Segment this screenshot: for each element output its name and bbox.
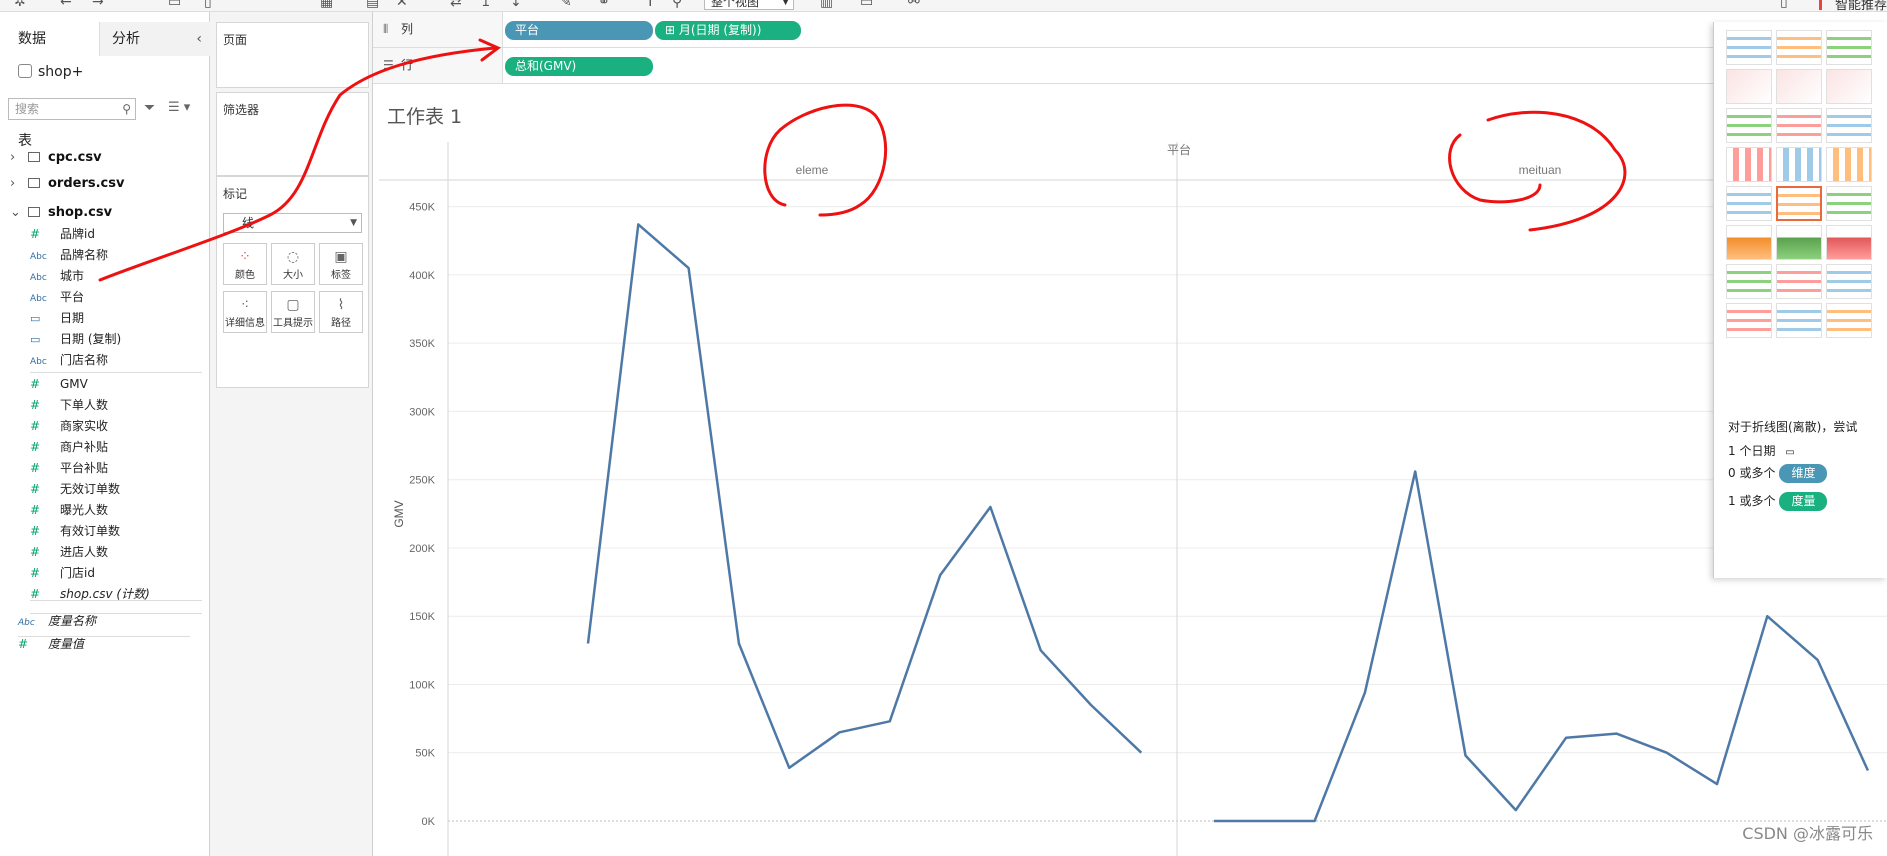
measure-tag: 度量	[1779, 492, 1828, 511]
annotation-circle-eleme	[763, 103, 888, 217]
hint-meas-text: 1 或多个	[1728, 494, 1776, 508]
tableau-window: ✲ ← → ▭ ▯ ▦ ▤ ✕ ⇄ ↥ ↧ ✎ ⚭ T ⚲ 整个视图 ▼ ▥ ▭…	[0, 0, 1887, 856]
chart-type-thumbnail[interactable]	[1726, 30, 1772, 65]
chart-type-thumbnail[interactable]	[1776, 186, 1822, 221]
chart-type-thumbnail[interactable]	[1726, 225, 1772, 260]
show-me-hint-dimension: 0 或多个 维度	[1728, 464, 1828, 483]
chart-type-thumbnail[interactable]	[1776, 303, 1822, 338]
annotation-circle-meituan	[1448, 110, 1627, 232]
chart-type-thumbnail[interactable]	[1826, 30, 1872, 65]
watermark: CSDN @冰露可乐	[1742, 824, 1873, 843]
chart-type-thumbnail[interactable]	[1776, 147, 1822, 182]
chart-type-thumbnail[interactable]	[1726, 108, 1772, 143]
chart-type-thumbnail[interactable]	[1826, 69, 1872, 104]
chart-type-thumbnail[interactable]	[1826, 108, 1872, 143]
show-me-hint-title: 对于折线图(离散)，尝试	[1728, 420, 1858, 434]
chart-type-thumbnail[interactable]	[1776, 69, 1822, 104]
show-me-hint-date: 1 个日期 ▭	[1728, 442, 1795, 459]
chart-type-thumbnail[interactable]	[1776, 264, 1822, 299]
chart-type-thumbnail[interactable]	[1826, 264, 1872, 299]
annotation-layer	[98, 38, 1627, 282]
chart-type-thumbnail[interactable]	[1826, 303, 1872, 338]
chart-type-thumbnail[interactable]	[1726, 186, 1772, 221]
calendar-icon: ▭	[1785, 447, 1795, 458]
show-me-panel: 对于折线图(离散)，尝试 1 个日期 ▭ 0 或多个 维度 1 或多个 度量	[1713, 22, 1887, 578]
chart-type-thumbnail[interactable]	[1776, 108, 1822, 143]
chart-type-thumbnail[interactable]	[1826, 225, 1872, 260]
chart-type-thumbnail[interactable]	[1776, 30, 1822, 65]
hint-dim-text: 0 或多个	[1728, 466, 1776, 480]
chart-type-thumbnail[interactable]	[1826, 186, 1872, 221]
chart-type-thumbnail[interactable]	[1726, 69, 1772, 104]
chart-type-thumbnail[interactable]	[1726, 147, 1772, 182]
hint-date-text: 1 个日期	[1728, 444, 1776, 458]
chart-type-thumbnail[interactable]	[1826, 147, 1872, 182]
chart-type-thumbnail[interactable]	[1776, 225, 1822, 260]
chart-type-thumbnail[interactable]	[1726, 303, 1772, 338]
chart-type-thumbnail[interactable]	[1726, 264, 1772, 299]
annotation-arrow	[98, 46, 497, 282]
dimension-tag: 维度	[1779, 464, 1828, 483]
show-me-hint-measure: 1 或多个 度量	[1728, 492, 1828, 511]
